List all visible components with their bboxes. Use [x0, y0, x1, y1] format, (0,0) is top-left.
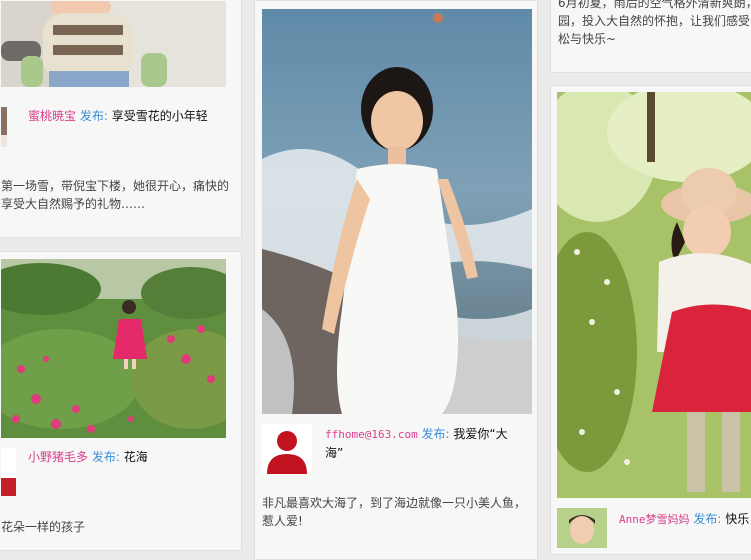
post-title-link[interactable]: 我爱你“大: [453, 427, 507, 441]
author-name-link[interactable]: 蜜桃暁宝: [28, 109, 76, 123]
post-description: 非凡最喜欢大海了，到了海边就像一只小美人鱼， 惹人爱!: [262, 496, 527, 528]
author-avatar[interactable]: [262, 424, 312, 474]
author-name-link[interactable]: Anne梦雪妈妈: [619, 513, 690, 526]
post-description: 第一场雪，带倪宝下楼，她很开心，痛快的 享受大自然赐予的礼物……: [1, 179, 230, 211]
post-card-sea: ffhome@163.com 发布: 我爱你“大 海” 非凡最喜欢大海了，到了海…: [254, 0, 538, 560]
post-meta: Anne梦雪妈妈 发布: 快乐: [619, 510, 749, 529]
post-meta: ffhome@163.com 发布: 我爱你“大 海”: [325, 425, 508, 462]
post-card-happy: Anne梦雪妈妈 发布: 快乐: [550, 85, 751, 555]
post-photo-sea-girl[interactable]: [262, 9, 532, 414]
author-avatar[interactable]: [1, 448, 16, 496]
post-meta: 蜜桃暁宝 发布: 享受雪花的小年轻: [28, 107, 208, 125]
publish-label: 发布:: [421, 427, 450, 441]
post-card-flower-sea: 小野猪毛多 发布: 花海 花朵一样的孩子: [0, 251, 242, 551]
publish-label: 发布:: [91, 450, 120, 464]
post-description: 6月初夏，雨后的空气格外清新爽朗， 园，投入大自然的怀抱，让我们感受 松与快乐~: [558, 0, 751, 46]
post-card-snow: 蜜桃暁宝 发布: 享受雪花的小年轻 第一场雪，带倪宝下楼，她很开心，痛快的 享受…: [0, 0, 242, 238]
post-title-link[interactable]: 快乐: [725, 512, 749, 526]
author-name-link[interactable]: 小野猪毛多: [28, 450, 88, 464]
post-description: 花朵一样的孩子: [1, 520, 86, 534]
post-card-summer: 6月初夏，雨后的空气格外清新爽朗， 园，投入大自然的怀抱，让我们感受 松与快乐~: [550, 0, 751, 73]
post-photo-garden-girl[interactable]: [557, 92, 751, 498]
publish-label: 发布:: [693, 512, 722, 526]
post-title-link[interactable]: 享受雪花的小年轻: [112, 109, 208, 123]
author-name-link[interactable]: ffhome@163.com: [325, 428, 418, 441]
author-avatar[interactable]: [1, 107, 7, 147]
publish-label: 发布:: [79, 109, 108, 123]
post-photo-flower-girl[interactable]: [1, 259, 226, 438]
post-photo-snow-baby[interactable]: [1, 1, 226, 87]
author-avatar[interactable]: [557, 508, 607, 548]
post-title-continued[interactable]: 海”: [325, 444, 508, 462]
post-meta: 小野猪毛多 发布: 花海: [28, 448, 148, 466]
post-title-link[interactable]: 花海: [124, 450, 148, 464]
